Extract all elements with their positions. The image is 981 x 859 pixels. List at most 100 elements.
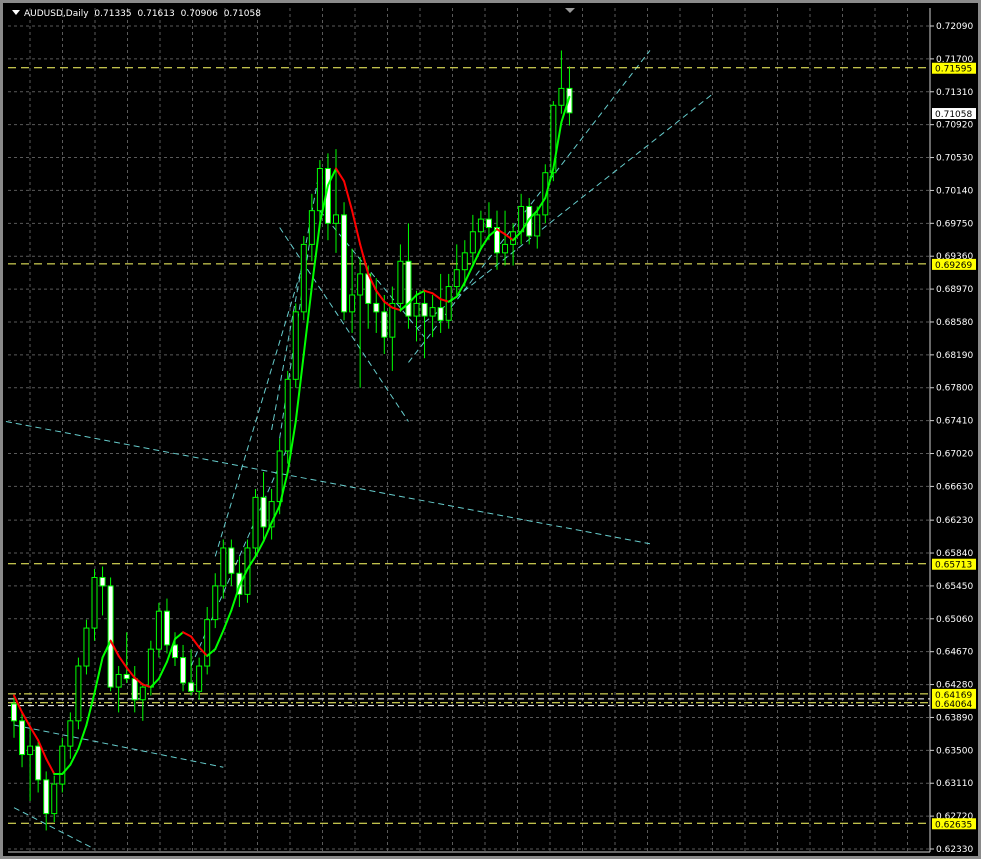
axis-tick-label: 0.66630 (936, 482, 973, 492)
candle-body (437, 307, 444, 321)
candle-body (139, 686, 146, 701)
candle-body (35, 745, 42, 781)
candle-body (558, 87, 565, 106)
axis-tick-label: 0.71310 (936, 88, 973, 98)
ma-segment (214, 629, 225, 651)
ma-segment (423, 289, 434, 295)
candle-body (308, 210, 315, 245)
candle-body (381, 311, 388, 338)
open-price: 0.71335 (94, 9, 132, 19)
candle-body (461, 252, 468, 271)
candle-body (373, 302, 380, 313)
axis-tick-label: 0.70140 (936, 186, 973, 196)
ma-segment (230, 584, 241, 612)
candle-body (477, 218, 484, 233)
scroll-marker-icon (565, 8, 575, 13)
candle-body (123, 673, 130, 680)
axis-tick-label: 0.63110 (936, 779, 973, 789)
candle-body (260, 496, 267, 528)
candle-body (75, 665, 82, 722)
candle-body (147, 648, 154, 688)
channel-line (13, 724, 224, 768)
candle-body (180, 657, 187, 684)
ma-segment (69, 747, 80, 766)
candle-body (300, 243, 307, 313)
ma-segment (359, 243, 370, 275)
candle-body (131, 678, 138, 701)
chart-grid (8, 8, 931, 853)
axis-tick-label: 0.67410 (936, 417, 973, 427)
axis-tick-label: 0.70530 (936, 154, 973, 164)
current-price-label: 0.71058 (935, 110, 972, 120)
axis-tick-label: 0.70920 (936, 121, 973, 131)
ma-segment (375, 289, 386, 303)
axis-tick-label: 0.65060 (936, 615, 973, 625)
ma-segment (45, 757, 56, 775)
axis-tick-label: 0.68580 (936, 318, 973, 328)
candle-body (405, 260, 412, 317)
chart-header: AUDUSD,Daily 0.71335 0.71613 0.70906 0.7… (12, 9, 264, 19)
candle-body (155, 610, 162, 650)
candle-body (212, 585, 219, 621)
candle-body (163, 610, 170, 646)
channel-lines (5, 50, 715, 850)
level-tag-label: 0.62635 (935, 820, 972, 830)
ma-segment (343, 180, 354, 212)
candle-body (188, 682, 195, 692)
candle-body (397, 260, 404, 304)
axis-tick-label: 0.72090 (936, 22, 973, 32)
axis-tick-label: 0.63890 (936, 713, 973, 723)
candle-body (204, 619, 211, 667)
candle-body (91, 576, 98, 629)
ma-segment (431, 292, 442, 301)
candle-body (534, 214, 541, 237)
collapse-triangle-icon[interactable] (12, 10, 20, 15)
candle-body (83, 627, 90, 667)
axis-tick-label: 0.69750 (936, 219, 973, 229)
candle-body (51, 783, 58, 815)
candle-body (228, 547, 235, 574)
candle-body (27, 745, 34, 756)
candle-body (357, 273, 364, 296)
close-price: 0.71058 (223, 9, 261, 19)
candle-body (341, 214, 348, 313)
shift-marker-icon (565, 8, 575, 13)
candle-body (196, 665, 203, 692)
candle-body (292, 311, 299, 380)
candle-body (220, 547, 227, 587)
candle-body (502, 243, 509, 254)
candle-body (284, 378, 291, 452)
level-tag-label: 0.65713 (935, 561, 972, 571)
horizontal-levels (8, 67, 930, 824)
ma-segment (93, 656, 104, 695)
ma-segment (85, 692, 96, 727)
candle-body (453, 269, 460, 288)
level-tag-label: 0.64064 (935, 700, 972, 710)
price-axis: 0.720900.717000.713100.709200.705300.701… (930, 22, 976, 855)
price-chart[interactable]: 0.720900.717000.713100.709200.705300.701… (0, 0, 981, 859)
low-price: 0.70906 (180, 9, 218, 19)
axis-tick-label: 0.68190 (936, 351, 973, 361)
channel-line (416, 92, 715, 330)
candle-body (333, 214, 339, 224)
candle-body (445, 286, 452, 321)
axis-tick-label: 0.65840 (936, 549, 973, 559)
ma-segment (174, 631, 185, 641)
candle-body (429, 307, 436, 317)
axis-tick-label: 0.63500 (936, 746, 973, 756)
ma-segment (335, 167, 346, 183)
axis-tick-label: 0.67800 (936, 384, 973, 394)
ma-segment (415, 289, 426, 296)
high-price: 0.71613 (137, 9, 175, 19)
candle-body (316, 168, 323, 212)
channel-line (271, 168, 321, 431)
candle-body (99, 576, 106, 587)
channel-line (5, 420, 651, 545)
candle-body (421, 302, 428, 317)
axis-tick-label: 0.66230 (936, 516, 973, 526)
candle-body (115, 673, 122, 688)
candle-body (276, 450, 283, 503)
candle-body (413, 302, 420, 317)
candle-body (67, 720, 74, 747)
axis-tick-label: 0.67020 (936, 450, 973, 460)
